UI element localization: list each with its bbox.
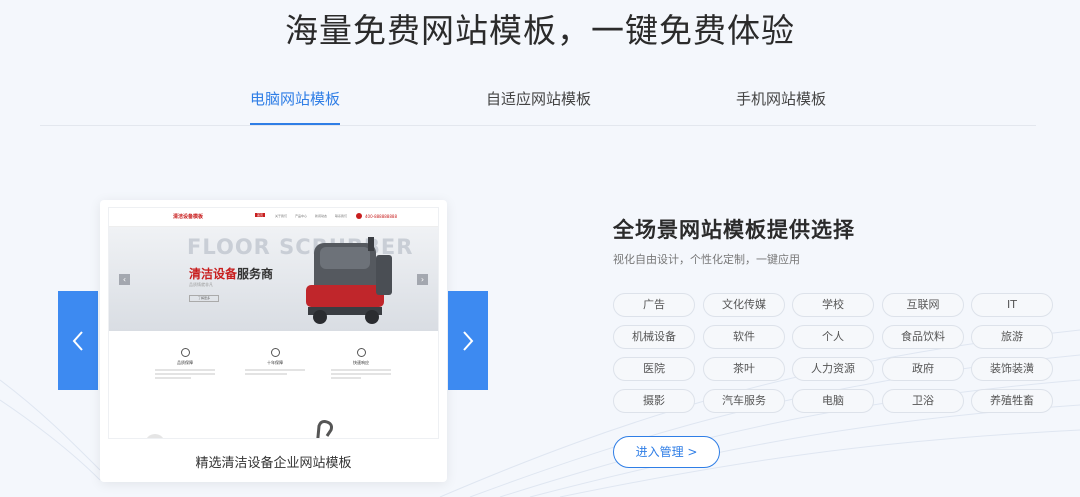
category-tag[interactable]: 养殖牲畜 [971, 389, 1053, 413]
template-tabs: 电脑网站模板 自适应网站模板 手机网站模板 [0, 88, 1080, 126]
text-line [245, 369, 305, 371]
text-line [245, 373, 287, 375]
shield-icon [180, 348, 190, 357]
category-tag[interactable]: 广告 [613, 293, 695, 317]
carousel-prev-button[interactable] [58, 291, 98, 390]
preview-menu-item: 新闻动态 [315, 214, 328, 218]
preview-feature: 快速响应 [331, 348, 391, 381]
preview-menu-item: 关于我们 [275, 214, 288, 218]
preview-banner-subtitle: 品质铸就非凡 [189, 282, 213, 287]
preview-banner-title-dark: 服务商 [237, 267, 274, 281]
tab-desktop-templates[interactable]: 电脑网站模板 [250, 88, 340, 109]
category-tag[interactable]: 旅游 [971, 325, 1053, 349]
preview-feature-title: 十年保障 [267, 360, 283, 365]
text-line [155, 377, 191, 379]
category-tag[interactable]: 软件 [703, 325, 785, 349]
preview-prev-arrow: ‹ [119, 274, 130, 285]
preview-banner-title: 清洁设备服务商 [189, 265, 273, 282]
category-tag[interactable]: IT [971, 293, 1053, 317]
text-line [331, 377, 361, 379]
category-tag[interactable]: 个人 [792, 325, 874, 349]
tools-icon [356, 348, 366, 357]
clock-icon [270, 348, 280, 357]
text-line [331, 369, 391, 371]
category-tag[interactable]: 摄影 [613, 389, 695, 413]
tab-responsive-templates[interactable]: 自适应网站模板 [486, 88, 591, 109]
text-line [331, 373, 391, 375]
category-tag[interactable]: 互联网 [882, 293, 964, 317]
category-tag[interactable]: 茶叶 [703, 357, 785, 381]
page-headline: 海量免费网站模板，一键免费体验 [285, 11, 795, 50]
template-card-title: 精选清洁设备企业网站模板 [195, 456, 352, 471]
text-line [155, 369, 215, 371]
preview-menu-item: 首页 [255, 213, 266, 217]
category-tag[interactable]: 文化传媒 [703, 293, 785, 317]
category-tag[interactable]: 政府 [882, 357, 964, 381]
tab-mobile-templates[interactable]: 手机网站模板 [736, 88, 826, 109]
info-subtitle: 视化自由设计，个性化定制，一键应用 [613, 253, 800, 266]
category-tag[interactable]: 装饰装潢 [971, 357, 1053, 381]
mop-handle-image [316, 420, 333, 438]
preview-feature-title: 品质保障 [177, 360, 193, 365]
chevron-right-icon [463, 330, 474, 351]
category-tag[interactable]: 汽车服务 [703, 389, 785, 413]
preview-menu-item: 联系我们 [335, 214, 348, 218]
preview-menu-item: 产品中心 [295, 214, 308, 218]
preview-logo: 清洁设备模板 [173, 214, 204, 220]
preview-banner-title-red: 清洁设备 [189, 267, 238, 281]
preview-scroll-circle [145, 434, 165, 438]
category-tag[interactable]: 医院 [613, 357, 695, 381]
preview-next-arrow: › [417, 274, 428, 285]
carousel-next-button[interactable] [448, 291, 488, 390]
preview-banner-button: 了解更多 [189, 295, 219, 302]
preview-features: 品质保障 十年保障 快速响应 [109, 348, 438, 398]
preview-phone: 400-888888888 [365, 214, 397, 219]
template-card[interactable]: 清洁设备模板 首页 关于我们 产品中心 新闻动态 联系我们 400-888888… [100, 200, 447, 482]
category-tag[interactable]: 电脑 [792, 389, 874, 413]
floor-scrubber-image [306, 237, 392, 324]
enter-management-button[interactable]: 进入管理 > [613, 436, 720, 468]
category-tag[interactable]: 人力资源 [792, 357, 874, 381]
preview-banner: FLOOR SCRUBBER 清洁设备服务商 品质铸就非凡 了解更多 ‹ › [109, 227, 438, 331]
chevron-left-icon [72, 330, 83, 351]
tabs-divider [40, 125, 1036, 126]
phone-icon [356, 213, 362, 219]
preview-navbar: 清洁设备模板 首页 关于我们 产品中心 新闻动态 联系我们 400-888888… [109, 208, 438, 227]
preview-feature: 品质保障 [155, 348, 215, 381]
text-line [155, 373, 215, 375]
info-title: 全场景网站模板提供选择 [613, 218, 855, 242]
category-tag[interactable]: 食品饮料 [882, 325, 964, 349]
category-tag[interactable]: 学校 [792, 293, 874, 317]
category-tag[interactable]: 机械设备 [613, 325, 695, 349]
template-preview: 清洁设备模板 首页 关于我们 产品中心 新闻动态 联系我们 400-888888… [108, 207, 439, 439]
preview-feature-title: 快速响应 [353, 360, 369, 365]
preview-feature: 十年保障 [245, 348, 305, 377]
category-tag[interactable]: 卫浴 [882, 389, 964, 413]
